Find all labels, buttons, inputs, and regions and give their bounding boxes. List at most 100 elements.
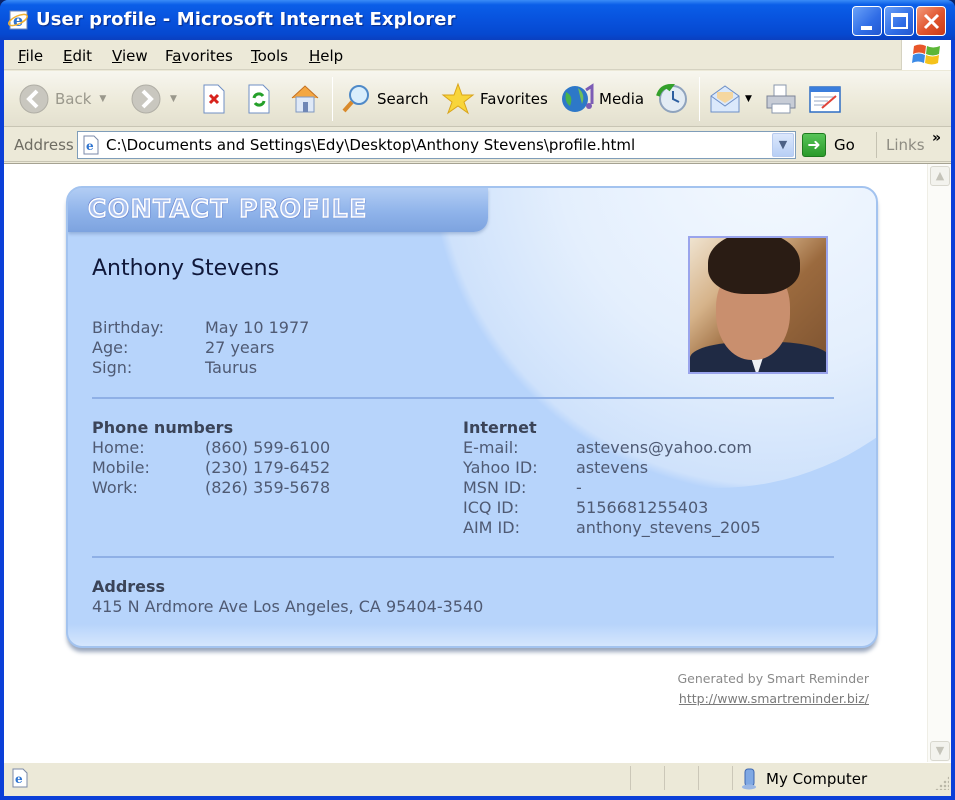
back-dropdown-icon[interactable]: ▼ <box>99 94 106 104</box>
phone-value: (860) 599-6100 <box>205 438 331 457</box>
phone-numbers-section: Phone numbers Home: (860) 599-6100 Mobile… <box>92 418 330 498</box>
zone-label: My Computer <box>766 770 868 788</box>
print-icon <box>766 84 796 114</box>
internet-row: E-mail: astevens@yahoo.com <box>463 438 761 458</box>
links-chevron-icon[interactable]: » <box>932 130 941 146</box>
mail-dropdown-icon[interactable]: ▼ <box>745 94 752 104</box>
menu-file[interactable]: File <box>18 47 43 65</box>
home-icon <box>291 85 319 113</box>
address-value[interactable]: C:\Documents and Settings\Edy\Desktop\An… <box>106 136 635 154</box>
scroll-down-button[interactable]: ▼ <box>930 741 950 761</box>
minimize-icon <box>861 26 872 30</box>
menu-tools-label: ools <box>257 47 288 65</box>
internet-label: MSN ID: <box>463 478 527 497</box>
search-icon <box>342 85 369 113</box>
address-dropdown-button[interactable]: ▼ <box>772 133 794 157</box>
address-value: 415 N Ardmore Ave Los Angeles, CA 95404-… <box>92 597 484 616</box>
personal-info: Birthday: May 10 1977 Age: 27 years Sign: T… <box>92 318 309 378</box>
favorites-star-icon <box>441 82 475 115</box>
standard-toolbar: Back ▼ ▼ Search Favorites Media ▼ <box>4 71 951 127</box>
minimize-button[interactable] <box>852 6 882 36</box>
phone-label: Mobile: <box>92 458 150 477</box>
vertical-scrollbar[interactable]: ▲ ▼ <box>927 164 951 763</box>
phone-row: Home: (860) 599-6100 <box>92 438 330 458</box>
status-panel <box>630 766 631 790</box>
status-bar: e My Computer <box>4 762 951 792</box>
back-button[interactable]: Back ▼ <box>18 81 106 117</box>
resize-grip[interactable] <box>935 776 949 790</box>
menu-help[interactable]: Help <box>309 47 343 65</box>
toolbar-separator <box>332 77 333 121</box>
toolbar-separator-2 <box>699 77 700 121</box>
title-bar[interactable]: e User profile - Microsoft Internet Expl… <box>0 0 955 40</box>
ie-logo-icon: e <box>8 10 28 30</box>
internet-label: ICQ ID: <box>463 498 519 517</box>
windows-flag-icon <box>912 44 940 65</box>
forward-dropdown-icon[interactable]: ▼ <box>170 94 177 104</box>
print-button[interactable] <box>764 81 798 117</box>
search-button[interactable]: Search <box>340 81 429 117</box>
page-viewport: CONTACT PROFILE Anthony Stevens Birthday… <box>4 163 951 763</box>
chevron-down-icon: ▼ <box>778 138 788 151</box>
phone-row: Work: (826) 359-5678 <box>92 478 330 498</box>
internet-title: Internet <box>463 418 537 437</box>
browser-client: File Edit View Favorites Tools Help Back… <box>4 40 951 796</box>
favorites-label: Favorites <box>480 90 548 108</box>
internet-row: ICQ ID: 5156681255403 <box>463 498 761 518</box>
section-divider <box>92 556 834 558</box>
menu-bar: File Edit View Favorites Tools Help <box>4 40 951 70</box>
go-button[interactable]: ➜ Go <box>802 131 855 159</box>
refresh-button[interactable] <box>245 81 273 117</box>
menu-file-label: ile <box>25 47 44 65</box>
status-panel <box>698 766 699 790</box>
maximize-icon <box>891 13 908 29</box>
edit-button[interactable] <box>808 81 842 117</box>
windows-logo <box>901 40 951 70</box>
links-button[interactable]: Links <box>886 136 925 154</box>
card-title: CONTACT PROFILE <box>87 193 368 224</box>
internet-label: Yahoo ID: <box>463 458 538 477</box>
scroll-up-button[interactable]: ▲ <box>930 166 950 186</box>
my-computer-icon <box>742 768 756 790</box>
info-row: Birthday: May 10 1977 <box>92 318 309 338</box>
internet-section: Internet E-mail: astevens@yahoo.com Yahoo… <box>463 418 761 538</box>
info-label: Birthday: <box>92 318 165 337</box>
internet-value: - <box>576 478 582 497</box>
close-button[interactable] <box>916 6 946 36</box>
svg-text:e: e <box>13 11 23 30</box>
chevron-up-icon: ▲ <box>935 169 945 182</box>
media-button[interactable]: Media <box>560 81 644 117</box>
go-arrow-icon: ➜ <box>802 133 826 157</box>
smartreminder-link[interactable]: http://www.smartreminder.biz/ <box>679 691 869 706</box>
contact-profile-card: CONTACT PROFILE Anthony Stevens Birthday… <box>66 186 878 648</box>
history-button[interactable] <box>655 81 689 117</box>
maximize-button[interactable] <box>884 6 914 36</box>
browser-window: e User profile - Microsoft Internet Expl… <box>0 0 955 800</box>
chevron-down-icon: ▼ <box>935 744 945 757</box>
photo-hair <box>708 238 800 294</box>
favorites-button[interactable]: Favorites <box>441 81 548 117</box>
close-icon <box>923 13 940 30</box>
home-button[interactable] <box>288 81 322 117</box>
stop-button[interactable] <box>200 81 228 117</box>
phone-label: Work: <box>92 478 138 497</box>
address-section: Address 415 N Ardmore Ave Los Angeles, C… <box>92 577 483 617</box>
address-input[interactable]: e C:\Documents and Settings\Edy\Desktop\… <box>77 131 796 159</box>
forward-button[interactable]: ▼ <box>130 81 177 117</box>
menu-help-accel: H <box>309 47 321 65</box>
menu-tools[interactable]: Tools <box>251 47 288 65</box>
internet-value: anthony_stevens_2005 <box>576 518 761 537</box>
menu-edit[interactable]: Edit <box>63 47 92 65</box>
internet-row: Yahoo ID: astevens <box>463 458 761 478</box>
stop-icon <box>203 84 225 114</box>
links-separator <box>876 132 877 158</box>
page-footer: Generated by Smart Reminder http://www.s… <box>677 669 869 709</box>
back-arrow-icon <box>19 84 49 114</box>
contact-name: Anthony Stevens <box>92 256 280 281</box>
info-label: Age: <box>92 338 129 357</box>
menu-favorites[interactable]: Favorites <box>165 47 233 65</box>
menu-edit-label: dit <box>72 47 93 65</box>
mail-button[interactable]: ▼ <box>708 81 752 117</box>
menu-view[interactable]: View <box>112 47 148 65</box>
internet-row: AIM ID: anthony_stevens_2005 <box>463 518 761 538</box>
